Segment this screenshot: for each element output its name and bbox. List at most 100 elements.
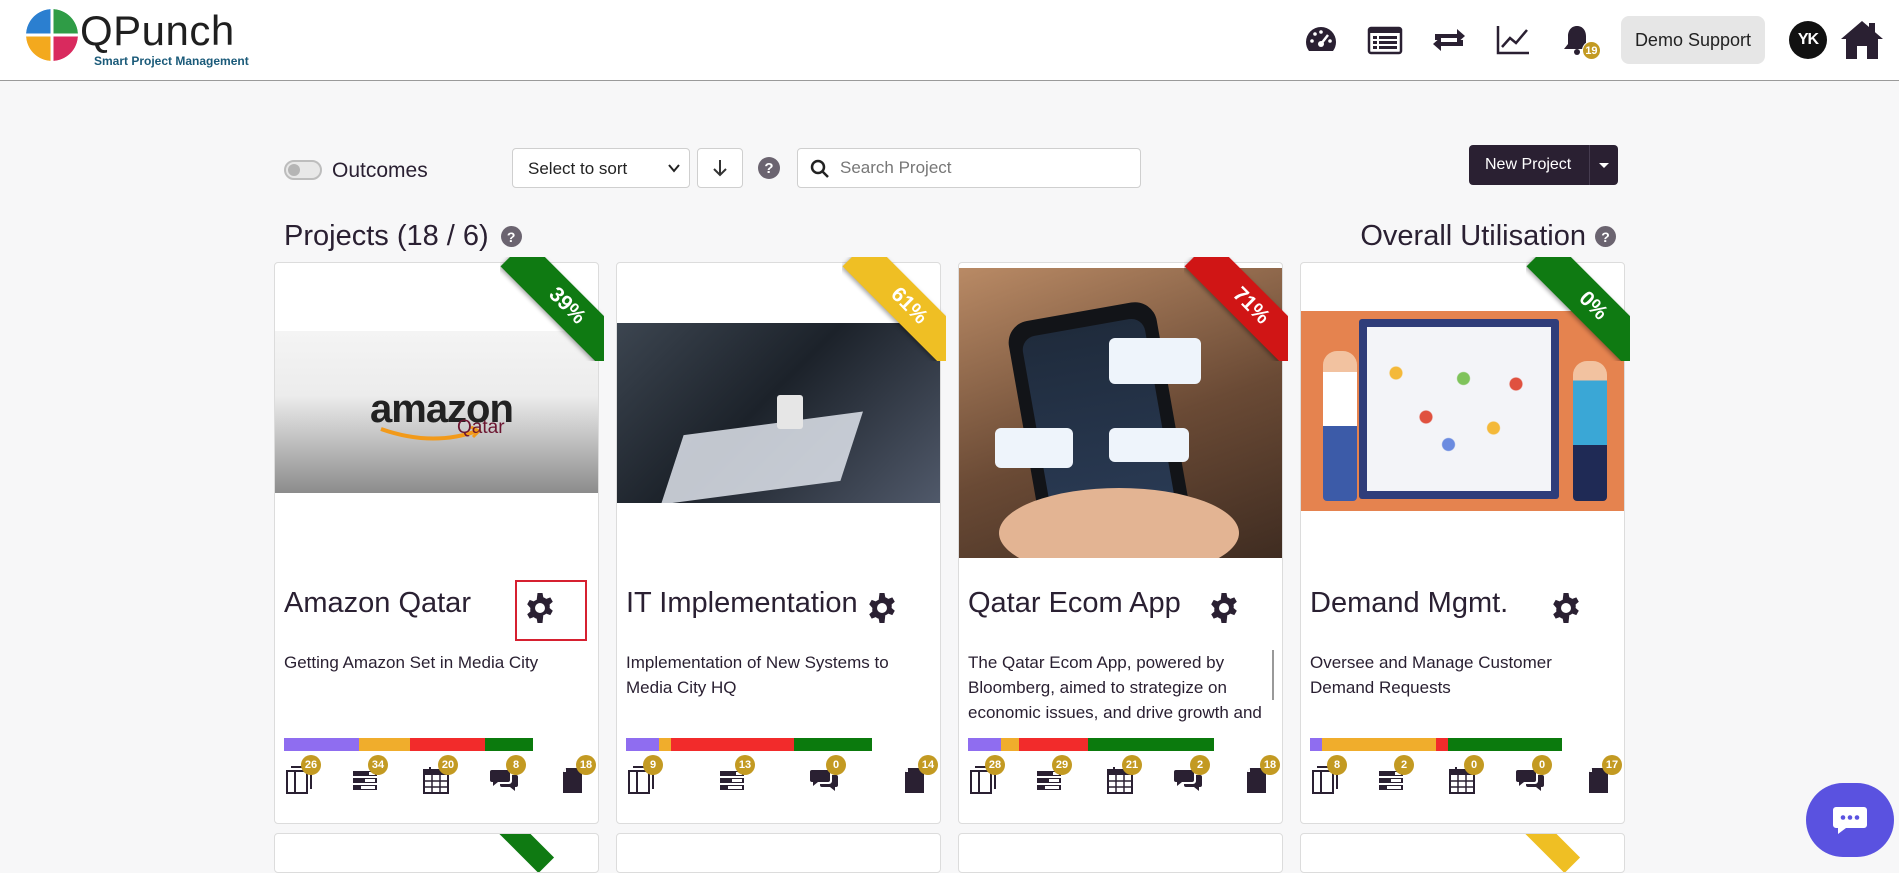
stat-count-badge: 26	[301, 755, 321, 775]
stat-document[interactable]: 17	[1585, 755, 1622, 797]
sort-direction-button[interactable]	[697, 148, 743, 188]
dashboard-icon[interactable]	[1301, 20, 1341, 60]
stat-calendar[interactable]: 21	[1105, 755, 1142, 797]
gear-icon[interactable]	[1207, 591, 1241, 625]
description-scrollbar[interactable]	[1272, 650, 1274, 700]
image-person-left	[1323, 351, 1357, 501]
status-segment	[626, 738, 659, 751]
image-ui-card	[1109, 428, 1189, 462]
project-title[interactable]: Demand Mgmt.	[1310, 587, 1508, 620]
stat-tasks[interactable]: 13	[718, 755, 755, 797]
list-icon[interactable]	[1365, 20, 1405, 60]
stat-count-badge: 0	[1532, 755, 1552, 775]
projects-help-icon[interactable]: ?	[500, 226, 522, 247]
project-card[interactable]: 39% amazon Qatar Amazon Qatar Getting Am…	[274, 257, 604, 824]
gear-icon[interactable]	[1549, 591, 1583, 625]
project-card[interactable]: 71% Qatar Ecom App The Qatar Ecom App, p…	[958, 257, 1288, 824]
progress-ribbon: 61%	[842, 257, 946, 361]
sort-select[interactable]: Select to sort	[512, 148, 690, 188]
status-segment	[1088, 738, 1214, 751]
project-toolbar: Outcomes Select to sort ? New Project	[284, 145, 1618, 188]
project-title[interactable]: IT Implementation	[626, 587, 858, 620]
logo-mark-icon	[26, 9, 78, 61]
stat-book[interactable]: 28	[968, 755, 1005, 797]
image-mug	[777, 395, 803, 429]
stat-tasks[interactable]: 29	[1035, 755, 1072, 797]
stat-comments[interactable]: 0	[809, 755, 846, 797]
chat-button[interactable]	[1806, 783, 1894, 857]
image-document	[661, 411, 863, 503]
project-card[interactable]	[616, 833, 941, 873]
stat-calendar[interactable]: 20	[421, 755, 458, 797]
ribbon-percent: 71%	[1184, 257, 1288, 361]
arrow-down-icon	[713, 160, 727, 177]
project-card[interactable]: 0% Demand Mgmt. Oversee and Manage Custo…	[1300, 257, 1630, 824]
project-description: Oversee and Manage Customer Demand Reque…	[1310, 653, 1552, 697]
stat-comments[interactable]: 8	[489, 755, 526, 797]
progress-ribbon: 71%	[1184, 257, 1288, 361]
stat-count-badge: 13	[735, 755, 755, 775]
sort-help-icon[interactable]: ?	[758, 157, 780, 179]
brand-tagline: Smart Project Management	[94, 54, 249, 68]
stat-count-badge: 9	[643, 755, 663, 775]
status-segment	[485, 738, 533, 751]
utilisation-title[interactable]: Overall Utilisation	[1360, 220, 1586, 253]
user-menu-button[interactable]: Demo Support	[1620, 16, 1765, 64]
utilisation-help-icon[interactable]: ?	[1595, 226, 1616, 247]
status-segment	[284, 738, 359, 751]
home-icon[interactable]	[1839, 17, 1885, 63]
project-card[interactable]	[274, 833, 599, 873]
ribbon-percent: 39%	[500, 257, 604, 361]
stat-document[interactable]: 14	[901, 755, 938, 797]
stat-count-badge: 21	[1122, 755, 1142, 775]
search-project-input[interactable]	[840, 149, 1130, 187]
gear-icon[interactable]	[865, 591, 899, 625]
stat-count-badge: 14	[918, 755, 938, 775]
chart-icon[interactable]	[1493, 20, 1533, 60]
bell-icon[interactable]: 19	[1557, 20, 1601, 60]
new-project-button[interactable]: New Project	[1469, 156, 1589, 174]
outcomes-toggle[interactable]	[284, 160, 322, 180]
stat-count-badge: 0	[1464, 755, 1484, 775]
image-ui-card	[995, 428, 1073, 468]
stat-book[interactable]: 26	[284, 755, 321, 797]
sort-select-value: Select to sort	[528, 159, 628, 178]
search-icon	[810, 159, 829, 178]
project-card[interactable]: 61% IT Implementation Implementation of …	[616, 257, 946, 824]
new-project-dropdown-toggle[interactable]	[1589, 145, 1618, 185]
project-card[interactable]	[958, 833, 1283, 873]
project-card[interactable]	[1300, 833, 1625, 873]
image-logo-subtext: Qatar	[457, 417, 505, 438]
project-stats: 9 13 0 14	[626, 755, 938, 799]
stat-book[interactable]: 8	[1310, 755, 1347, 797]
notification-count-badge: 19	[1581, 41, 1601, 60]
status-segment	[1019, 738, 1088, 751]
stat-calendar[interactable]: 0	[1447, 755, 1484, 797]
stat-count-badge: 18	[1260, 755, 1280, 775]
project-title[interactable]: Qatar Ecom App	[968, 587, 1181, 620]
stat-tasks[interactable]: 2	[1377, 755, 1414, 797]
progress-ribbon	[1507, 834, 1581, 872]
stat-comments[interactable]: 2	[1173, 755, 1210, 797]
gear-icon[interactable]	[523, 591, 557, 625]
stat-tasks[interactable]: 34	[351, 755, 388, 797]
projects-heading: Projects (18 / 6) ?	[284, 220, 522, 253]
outcomes-toggle-label: Outcomes	[332, 159, 428, 182]
task-status-bar	[626, 738, 926, 751]
brand-logo[interactable]: QPunch Smart Project Management	[26, 7, 249, 68]
stat-count-badge: 34	[368, 755, 388, 775]
stat-book[interactable]: 9	[626, 755, 663, 797]
avatar[interactable]: YK	[1789, 21, 1827, 59]
stat-document[interactable]: 18	[559, 755, 596, 797]
sync-icon[interactable]	[1429, 20, 1469, 60]
status-segment	[1448, 738, 1562, 751]
caret-down-icon	[1599, 162, 1609, 168]
project-title[interactable]: Amazon Qatar	[284, 587, 471, 620]
task-status-bar	[284, 738, 584, 751]
brand-name: QPunch	[80, 7, 235, 54]
progress-ribbon: 39%	[500, 257, 604, 361]
stat-comments[interactable]: 0	[1515, 755, 1552, 797]
stat-count-badge: 17	[1602, 755, 1622, 775]
stat-document[interactable]: 18	[1243, 755, 1280, 797]
ribbon-percent: 61%	[842, 257, 946, 361]
